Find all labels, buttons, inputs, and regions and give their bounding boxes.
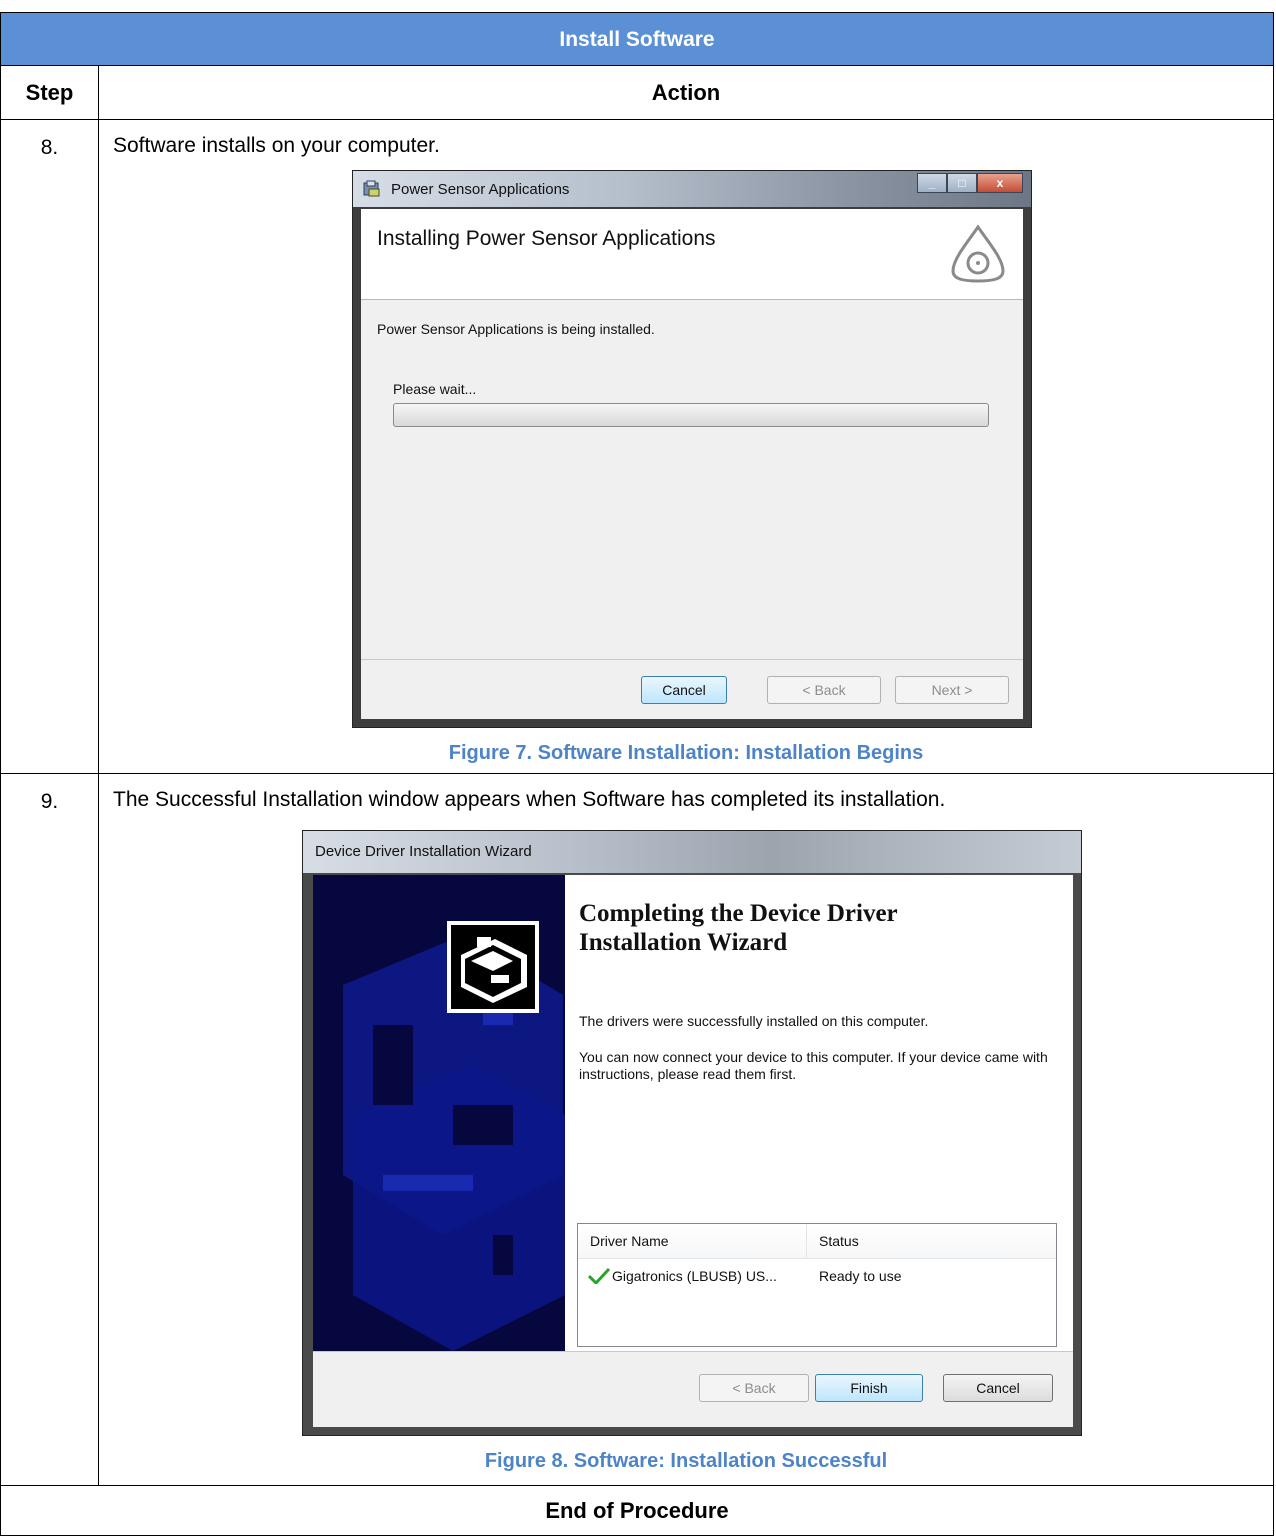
step-9-text: The Successful Installation window appea… [113,788,946,811]
installer-wait-text: Please wait... [393,381,477,397]
back-button[interactable]: < Back [767,676,881,704]
table-title: Install Software [0,12,1274,66]
action-column-header: Action [98,66,1274,120]
wizard-main-panel: Completing the Device Driver Installatio… [565,875,1073,1351]
driver-name-column-header[interactable]: Driver Name [578,1224,807,1258]
table-row[interactable]: Gigatronics (LBUSB) US... Ready to use [578,1260,1056,1292]
hardware-icon [447,921,539,1013]
step-8-text: Software installs on your computer. [113,134,440,157]
cancel-button[interactable]: Cancel [641,676,727,704]
installer-window-controls: _ □ x [917,173,1023,195]
installer-body: Installing Power Sensor Applications Pow… [361,209,1023,719]
installer-banner: Installing Power Sensor Applications [361,209,1023,300]
driver-list-header: Driver Name Status [578,1224,1056,1259]
installer-footer: Cancel < Back Next > [361,659,1023,720]
installer-app-icon [363,180,380,197]
figure-8-caption: Figure 8. Software: Installation Success… [484,1450,888,1472]
figure-7-caption: Figure 7. Software Installation: Install… [448,742,924,764]
status-column-header[interactable]: Status [807,1224,1047,1258]
wizard-heading: Completing the Device Driver Installatio… [579,899,898,957]
step-number-9: 9. [0,774,99,1486]
wizard-body: Completing the Device Driver Installatio… [313,875,1073,1427]
check-icon [588,1268,610,1284]
wizard-footer: < Back Finish Cancel [313,1351,1073,1428]
driver-status-cell: Ready to use [819,1268,902,1284]
wizard-titlebar[interactable]: Device Driver Installation Wizard [303,831,1081,873]
driver-name-cell: Gigatronics (LBUSB) US... [612,1268,777,1284]
driver-wizard-window: Device Driver Installation Wizard Comple… [302,830,1082,1436]
minimize-icon[interactable]: _ [917,173,947,193]
wizard-success-text: The drivers were successfully installed … [579,1013,929,1029]
wizard-heading-line2: Installation Wizard [579,929,788,956]
wizard-instructions-text: You can now connect your device to this … [579,1049,1048,1082]
cancel-button[interactable]: Cancel [943,1374,1053,1402]
installer-status-text: Power Sensor Applications is being insta… [377,321,655,337]
finish-button[interactable]: Finish [815,1374,923,1402]
installer-heading: Installing Power Sensor Applications [377,227,716,250]
installer-title: Power Sensor Applications [391,181,570,198]
close-icon[interactable]: x [977,173,1023,193]
driver-list[interactable]: Driver Name Status Gigatronics (LBUSB) U… [577,1223,1057,1347]
back-button[interactable]: < Back [699,1374,809,1402]
wizard-side-graphic [313,875,565,1351]
wizard-heading-line1: Completing the Device Driver [579,900,898,927]
wizard-title: Device Driver Installation Wizard [315,843,532,860]
installer-progress-bar [393,403,989,427]
maximize-icon[interactable]: □ [947,173,977,193]
step-number-8: 8. [0,120,99,774]
installer-window: Power Sensor Applications _ □ x Installi… [352,170,1032,728]
installer-titlebar[interactable]: Power Sensor Applications _ □ x [353,171,1031,207]
next-button[interactable]: Next > [895,676,1009,704]
end-of-procedure: End of Procedure [0,1486,1274,1536]
triangle-logo-icon [951,224,1005,283]
step-column-header: Step [0,66,99,120]
